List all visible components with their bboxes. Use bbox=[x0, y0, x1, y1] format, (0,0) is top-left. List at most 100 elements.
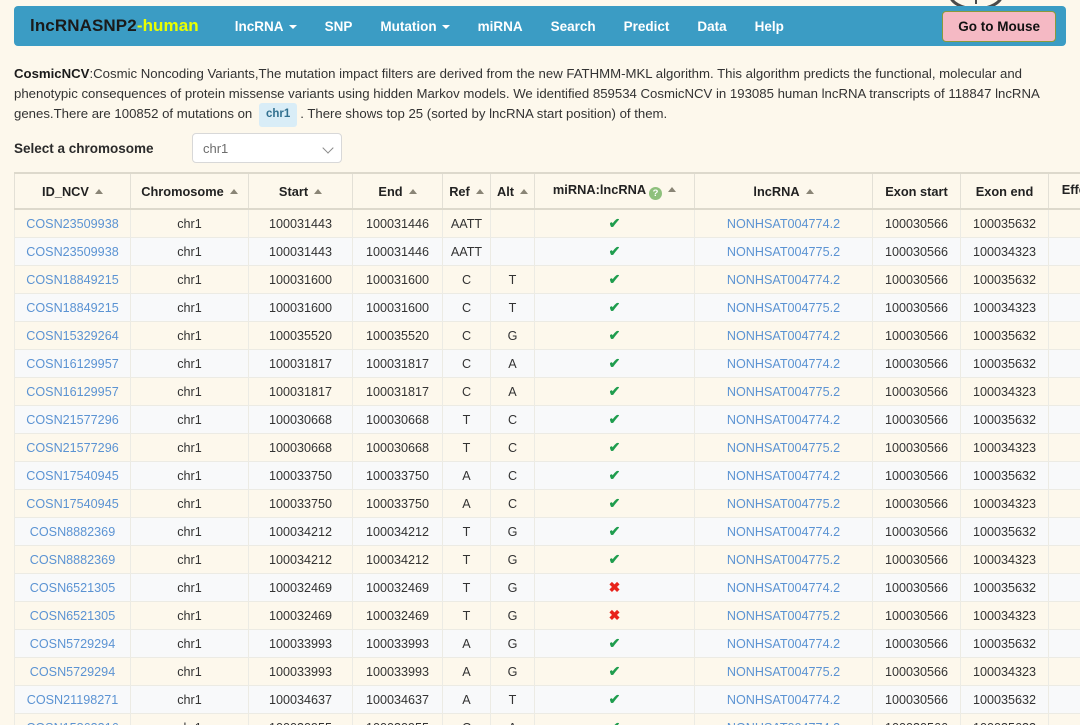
sort-ascending-icon[interactable] bbox=[476, 189, 484, 194]
cell-id-ncv[interactable]: COSN17540945 bbox=[15, 462, 131, 490]
nav-mutation[interactable]: Mutation bbox=[366, 11, 463, 42]
cell-lncrna[interactable]: NONHSAT004774.2 bbox=[695, 574, 873, 602]
cell-id-ncv[interactable]: COSN17540945 bbox=[15, 490, 131, 518]
lncrna-link[interactable]: NONHSAT004775.2 bbox=[727, 245, 840, 259]
cell-lncrna[interactable]: NONHSAT004775.2 bbox=[695, 490, 873, 518]
lncrna-link[interactable]: NONHSAT004775.2 bbox=[727, 665, 840, 679]
cell-id-ncv[interactable]: COSN8882369 bbox=[15, 546, 131, 574]
nav-help[interactable]: Help bbox=[741, 11, 798, 42]
id-ncv-link[interactable]: COSN21198271 bbox=[27, 693, 118, 707]
chromosome-select[interactable]: chr1chr2chr3chr4chr5chr6chr7chr8chr9chr1… bbox=[192, 133, 342, 163]
nav-snp[interactable]: SNP bbox=[311, 11, 367, 42]
cell-id-ncv[interactable]: COSN18849215 bbox=[15, 266, 131, 294]
id-ncv-link[interactable]: COSN5729294 bbox=[30, 637, 115, 651]
id-ncv-link[interactable]: COSN16129957 bbox=[26, 357, 118, 371]
id-ncv-link[interactable]: COSN5729294 bbox=[30, 665, 115, 679]
lncrna-link[interactable]: NONHSAT004774.2 bbox=[727, 581, 840, 595]
column-header-start[interactable]: Start bbox=[249, 173, 353, 209]
cell-lncrna[interactable]: NONHSAT004774.2 bbox=[695, 209, 873, 238]
nav-data[interactable]: Data bbox=[683, 11, 740, 42]
id-ncv-link[interactable]: COSN6521305 bbox=[30, 609, 115, 623]
cell-lncrna[interactable]: NONHSAT004775.2 bbox=[695, 238, 873, 266]
cell-id-ncv[interactable]: COSN21577296 bbox=[15, 406, 131, 434]
lncrna-link[interactable]: NONHSAT004775.2 bbox=[727, 385, 840, 399]
sort-ascending-icon[interactable] bbox=[314, 189, 322, 194]
cell-id-ncv[interactable]: COSN8882369 bbox=[15, 518, 131, 546]
cell-lncrna[interactable]: NONHSAT004775.2 bbox=[695, 546, 873, 574]
cell-id-ncv[interactable]: COSN15863316 bbox=[15, 714, 131, 725]
cell-lncrna[interactable]: NONHSAT004774.2 bbox=[695, 266, 873, 294]
id-ncv-link[interactable]: COSN17540945 bbox=[26, 469, 118, 483]
cell-id-ncv[interactable]: COSN21577296 bbox=[15, 434, 131, 462]
id-ncv-link[interactable]: COSN6521305 bbox=[30, 581, 115, 595]
column-header-exon-start[interactable]: Exon start bbox=[873, 173, 961, 209]
cell-id-ncv[interactable]: COSN23509938 bbox=[15, 209, 131, 238]
id-ncv-link[interactable]: COSN23509938 bbox=[26, 245, 118, 259]
cell-id-ncv[interactable]: COSN5729294 bbox=[15, 658, 131, 686]
sort-ascending-icon[interactable] bbox=[520, 189, 528, 194]
id-ncv-link[interactable]: COSN17540945 bbox=[26, 497, 118, 511]
lncrna-link[interactable]: NONHSAT004775.2 bbox=[727, 441, 840, 455]
lncrna-link[interactable]: NONHSAT004775.2 bbox=[727, 553, 840, 567]
lncrna-link[interactable]: NONHSAT004774.2 bbox=[727, 413, 840, 427]
id-ncv-link[interactable]: COSN18849215 bbox=[26, 301, 118, 315]
lncrna-link[interactable]: NONHSAT004775.2 bbox=[727, 609, 840, 623]
cell-lncrna[interactable]: NONHSAT004774.2 bbox=[695, 518, 873, 546]
lncrna-link[interactable]: NONHSAT004774.2 bbox=[727, 721, 840, 725]
brand-logo[interactable]: lncRNASNP2-human bbox=[30, 16, 199, 36]
column-header-id-ncv[interactable]: ID_NCV bbox=[15, 173, 131, 209]
lncrna-link[interactable]: NONHSAT004774.2 bbox=[727, 693, 840, 707]
cell-id-ncv[interactable]: COSN6521305 bbox=[15, 574, 131, 602]
nav-search[interactable]: Search bbox=[537, 11, 610, 42]
id-ncv-link[interactable]: COSN15329264 bbox=[26, 329, 118, 343]
cell-lncrna[interactable]: NONHSAT004774.2 bbox=[695, 686, 873, 714]
nav-predict[interactable]: Predict bbox=[610, 11, 684, 42]
cell-lncrna[interactable]: NONHSAT004774.2 bbox=[695, 406, 873, 434]
lncrna-link[interactable]: NONHSAT004774.2 bbox=[727, 273, 840, 287]
cell-lncrna[interactable]: NONHSAT004774.2 bbox=[695, 462, 873, 490]
sort-ascending-icon[interactable] bbox=[806, 189, 814, 194]
cell-id-ncv[interactable]: COSN21198271 bbox=[15, 686, 131, 714]
sort-ascending-icon[interactable] bbox=[95, 189, 103, 194]
id-ncv-link[interactable]: COSN21577296 bbox=[26, 413, 118, 427]
lncrna-link[interactable]: NONHSAT004774.2 bbox=[727, 329, 840, 343]
id-ncv-link[interactable]: COSN8882369 bbox=[30, 553, 115, 567]
column-header-end[interactable]: End bbox=[353, 173, 443, 209]
cell-lncrna[interactable]: NONHSAT004774.2 bbox=[695, 714, 873, 725]
cell-lncrna[interactable]: NONHSAT004775.2 bbox=[695, 434, 873, 462]
lncrna-link[interactable]: NONHSAT004774.2 bbox=[727, 357, 840, 371]
lncrna-link[interactable]: NONHSAT004775.2 bbox=[727, 301, 840, 315]
lncrna-link[interactable]: NONHSAT004774.2 bbox=[727, 525, 840, 539]
column-header-ref[interactable]: Ref bbox=[443, 173, 491, 209]
id-ncv-link[interactable]: COSN16129957 bbox=[26, 385, 118, 399]
cell-id-ncv[interactable]: COSN23509938 bbox=[15, 238, 131, 266]
lncrna-link[interactable]: NONHSAT004774.2 bbox=[727, 469, 840, 483]
id-ncv-link[interactable]: COSN15863316 bbox=[26, 721, 118, 725]
column-header-alt[interactable]: Alt bbox=[491, 173, 535, 209]
id-ncv-link[interactable]: COSN18849215 bbox=[26, 273, 118, 287]
cell-id-ncv[interactable]: COSN15329264 bbox=[15, 322, 131, 350]
cell-lncrna[interactable]: NONHSAT004775.2 bbox=[695, 378, 873, 406]
cell-lncrna[interactable]: NONHSAT004775.2 bbox=[695, 294, 873, 322]
cell-lncrna[interactable]: NONHSAT004775.2 bbox=[695, 658, 873, 686]
id-ncv-link[interactable]: COSN8882369 bbox=[30, 525, 115, 539]
cell-id-ncv[interactable]: COSN5729294 bbox=[15, 630, 131, 658]
sort-ascending-icon[interactable] bbox=[230, 189, 238, 194]
help-icon[interactable]: ? bbox=[649, 187, 662, 200]
lncrna-link[interactable]: NONHSAT004774.2 bbox=[727, 637, 840, 651]
id-ncv-link[interactable]: COSN23509938 bbox=[26, 217, 118, 231]
sort-ascending-icon[interactable] bbox=[668, 187, 676, 192]
column-header-effect[interactable]: Effect? bbox=[1049, 173, 1080, 209]
cell-id-ncv[interactable]: COSN16129957 bbox=[15, 350, 131, 378]
cell-id-ncv[interactable]: COSN16129957 bbox=[15, 378, 131, 406]
go-to-mouse-button[interactable]: Go to Mouse bbox=[942, 11, 1056, 42]
cell-lncrna[interactable]: NONHSAT004774.2 bbox=[695, 630, 873, 658]
nav-mirna[interactable]: miRNA bbox=[464, 11, 537, 42]
cell-id-ncv[interactable]: COSN6521305 bbox=[15, 602, 131, 630]
column-header-exon-end[interactable]: Exon end bbox=[961, 173, 1049, 209]
cell-id-ncv[interactable]: COSN18849215 bbox=[15, 294, 131, 322]
sort-ascending-icon[interactable] bbox=[409, 189, 417, 194]
nav-lncrna[interactable]: lncRNA bbox=[221, 11, 311, 42]
cell-lncrna[interactable]: NONHSAT004774.2 bbox=[695, 322, 873, 350]
lncrna-link[interactable]: NONHSAT004775.2 bbox=[727, 497, 840, 511]
